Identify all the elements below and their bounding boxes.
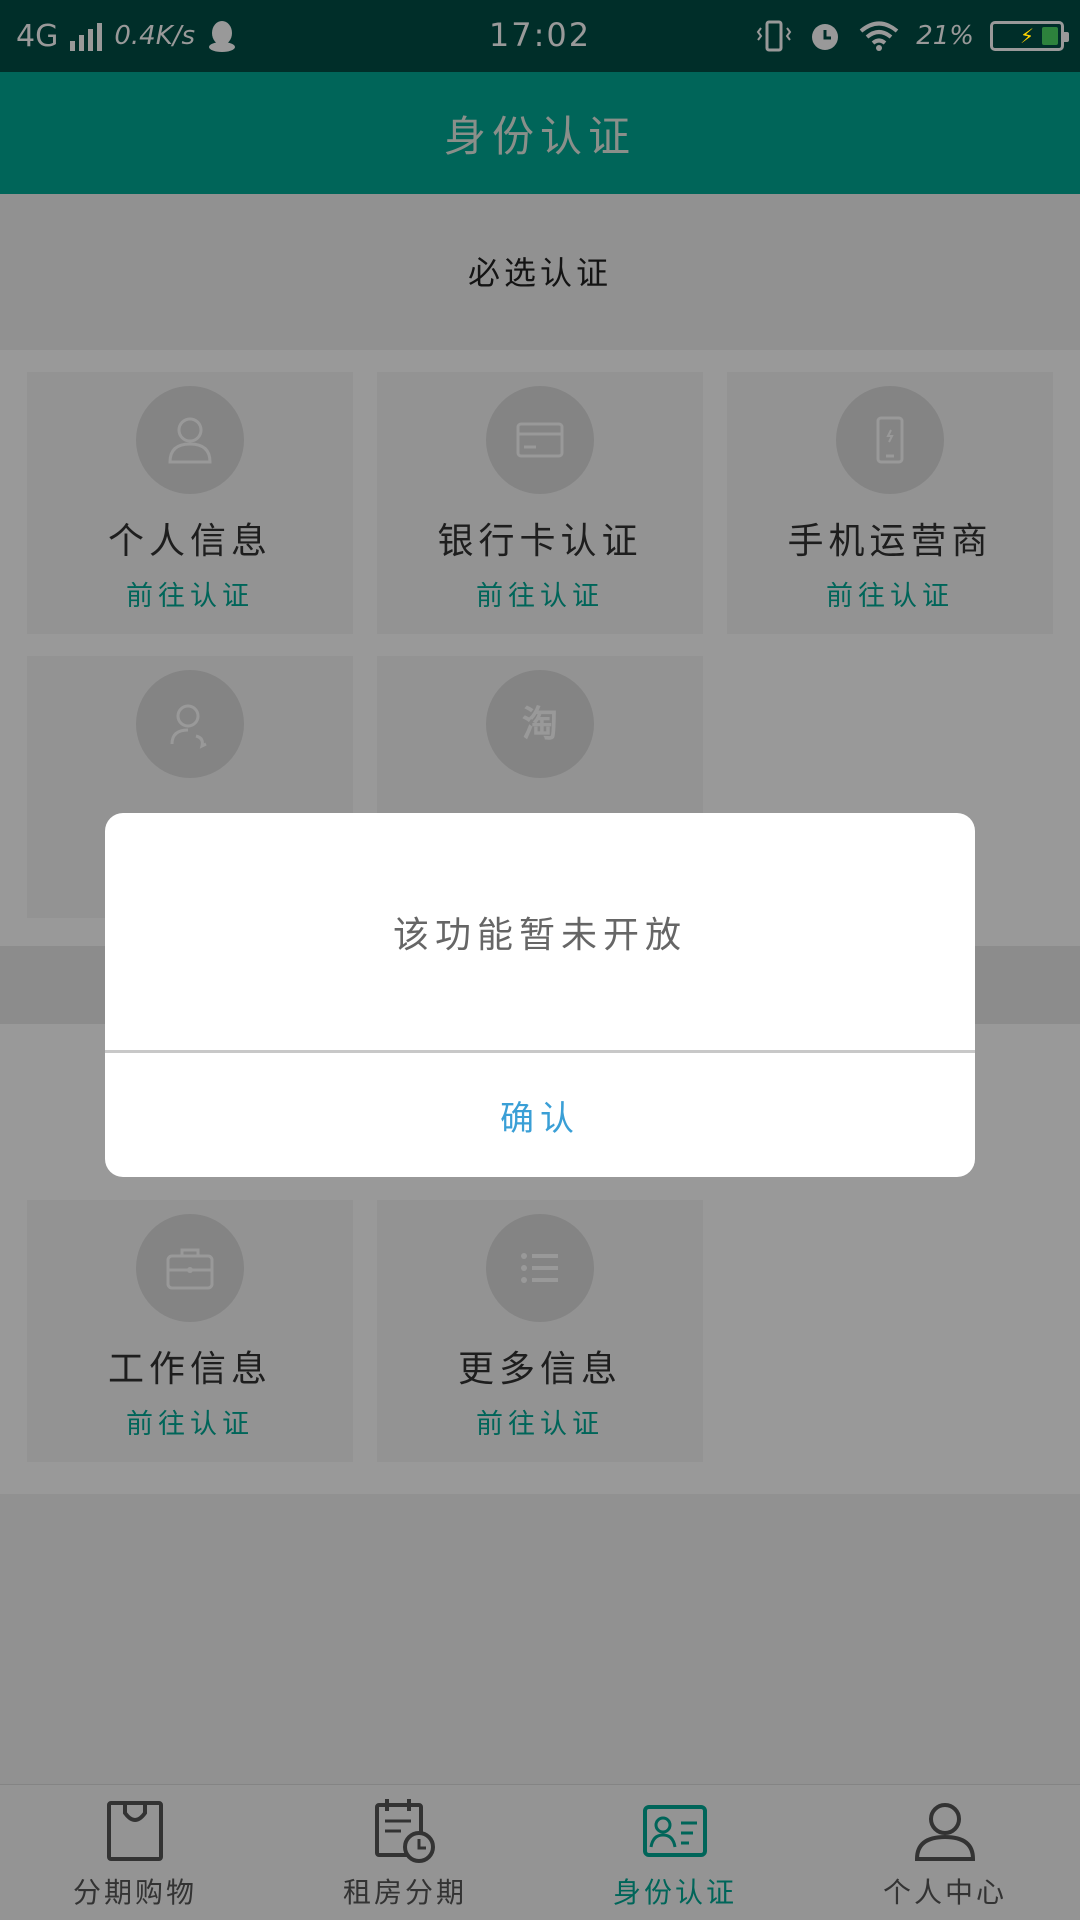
confirm-button[interactable]: 确认 bbox=[105, 1053, 975, 1177]
dialog-message: 该功能暂未开放 bbox=[105, 813, 975, 1053]
alert-dialog: 该功能暂未开放 确认 bbox=[105, 813, 975, 1177]
